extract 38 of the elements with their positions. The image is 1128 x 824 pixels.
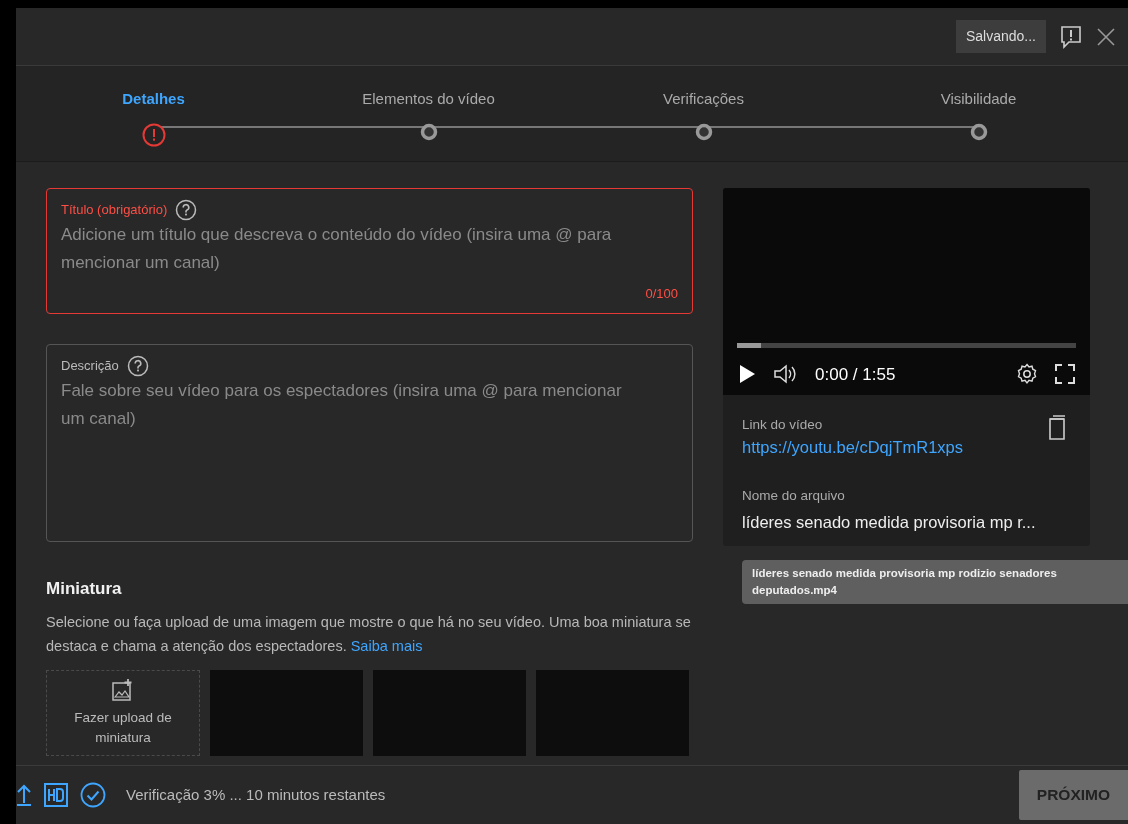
field-label: Link do vídeo bbox=[742, 416, 824, 434]
saving-status: Salvando... bbox=[955, 20, 1046, 53]
thumbnail-placeholder[interactable] bbox=[373, 669, 526, 756]
add-image-icon bbox=[111, 677, 135, 702]
field-label: Nome do arquivo bbox=[742, 487, 846, 506]
step-tab[interactable]: Elementos do vídeo bbox=[362, 88, 495, 111]
step-tab[interactable]: Detalhes bbox=[122, 88, 185, 111]
thumbnail-placeholder[interactable] bbox=[210, 669, 363, 756]
field-label: Descrição bbox=[61, 357, 119, 376]
step-tab[interactable]: Verificações bbox=[663, 88, 744, 111]
upload-status: Verificação 3% ... 10 minutos restantes bbox=[126, 784, 386, 805]
step-tab[interactable]: Visibilidade bbox=[940, 88, 1017, 111]
upload-icon bbox=[16, 783, 32, 807]
text-input[interactable]: Adicione um título que descreva o conteúdo do vídeo (insira uma @ para mencionar um canal) bbox=[61, 221, 678, 277]
text-field[interactable]: Título (obrigatório) Adicione um título que descreva o conteúdo do vídeo (insira uma @ para mencionar um canal) 0/100 bbox=[46, 188, 693, 314]
help-icon[interactable] bbox=[126, 355, 149, 377]
file-name: líderes senado medida provisoria mp r... bbox=[742, 511, 1037, 533]
settings-icon[interactable] bbox=[1016, 363, 1038, 386]
text-field[interactable]: Descrição Fale sobre seu vídeo para os espectadores (insira uma @ para mencionar um canal) bbox=[46, 344, 693, 542]
thumbnail-description: Selecione ou faça upload de uma imagem que mostre o que há no seu vídeo. Uma boa miniatura se destaca e chama a atenção dos espectadores. Saiba mais bbox=[46, 612, 692, 656]
video-link[interactable]: https://youtu.be/cDqjTmR1xps bbox=[742, 438, 963, 457]
text-input[interactable]: Fale sobre seu vídeo para os espectadores (insira uma @ para mencionar um canal) bbox=[61, 377, 678, 517]
close-icon[interactable] bbox=[1096, 26, 1116, 47]
help-icon[interactable] bbox=[175, 199, 198, 221]
file-name-tooltip: líderes senado medida provisoria mp rodizio senadores deputados.mp4 bbox=[742, 560, 1128, 605]
progress-track[interactable] bbox=[737, 342, 1076, 348]
play-icon[interactable] bbox=[737, 363, 757, 386]
time-display: 0:00 / 1:55 bbox=[815, 363, 896, 386]
hd-icon bbox=[44, 783, 68, 807]
check-circle-icon bbox=[80, 782, 106, 808]
learn-more-link[interactable]: Saiba mais bbox=[350, 637, 423, 654]
thumbnail-placeholder[interactable] bbox=[536, 669, 689, 756]
section-heading: Miniatura bbox=[46, 578, 123, 600]
field-label: Título (obrigatório) bbox=[61, 201, 168, 220]
character-counter: 0/100 bbox=[644, 285, 678, 303]
feedback-icon[interactable] bbox=[1060, 24, 1082, 49]
upload-thumbnail-button[interactable]: Fazer upload de miniatura bbox=[46, 669, 200, 756]
fullscreen-icon[interactable] bbox=[1054, 363, 1076, 386]
